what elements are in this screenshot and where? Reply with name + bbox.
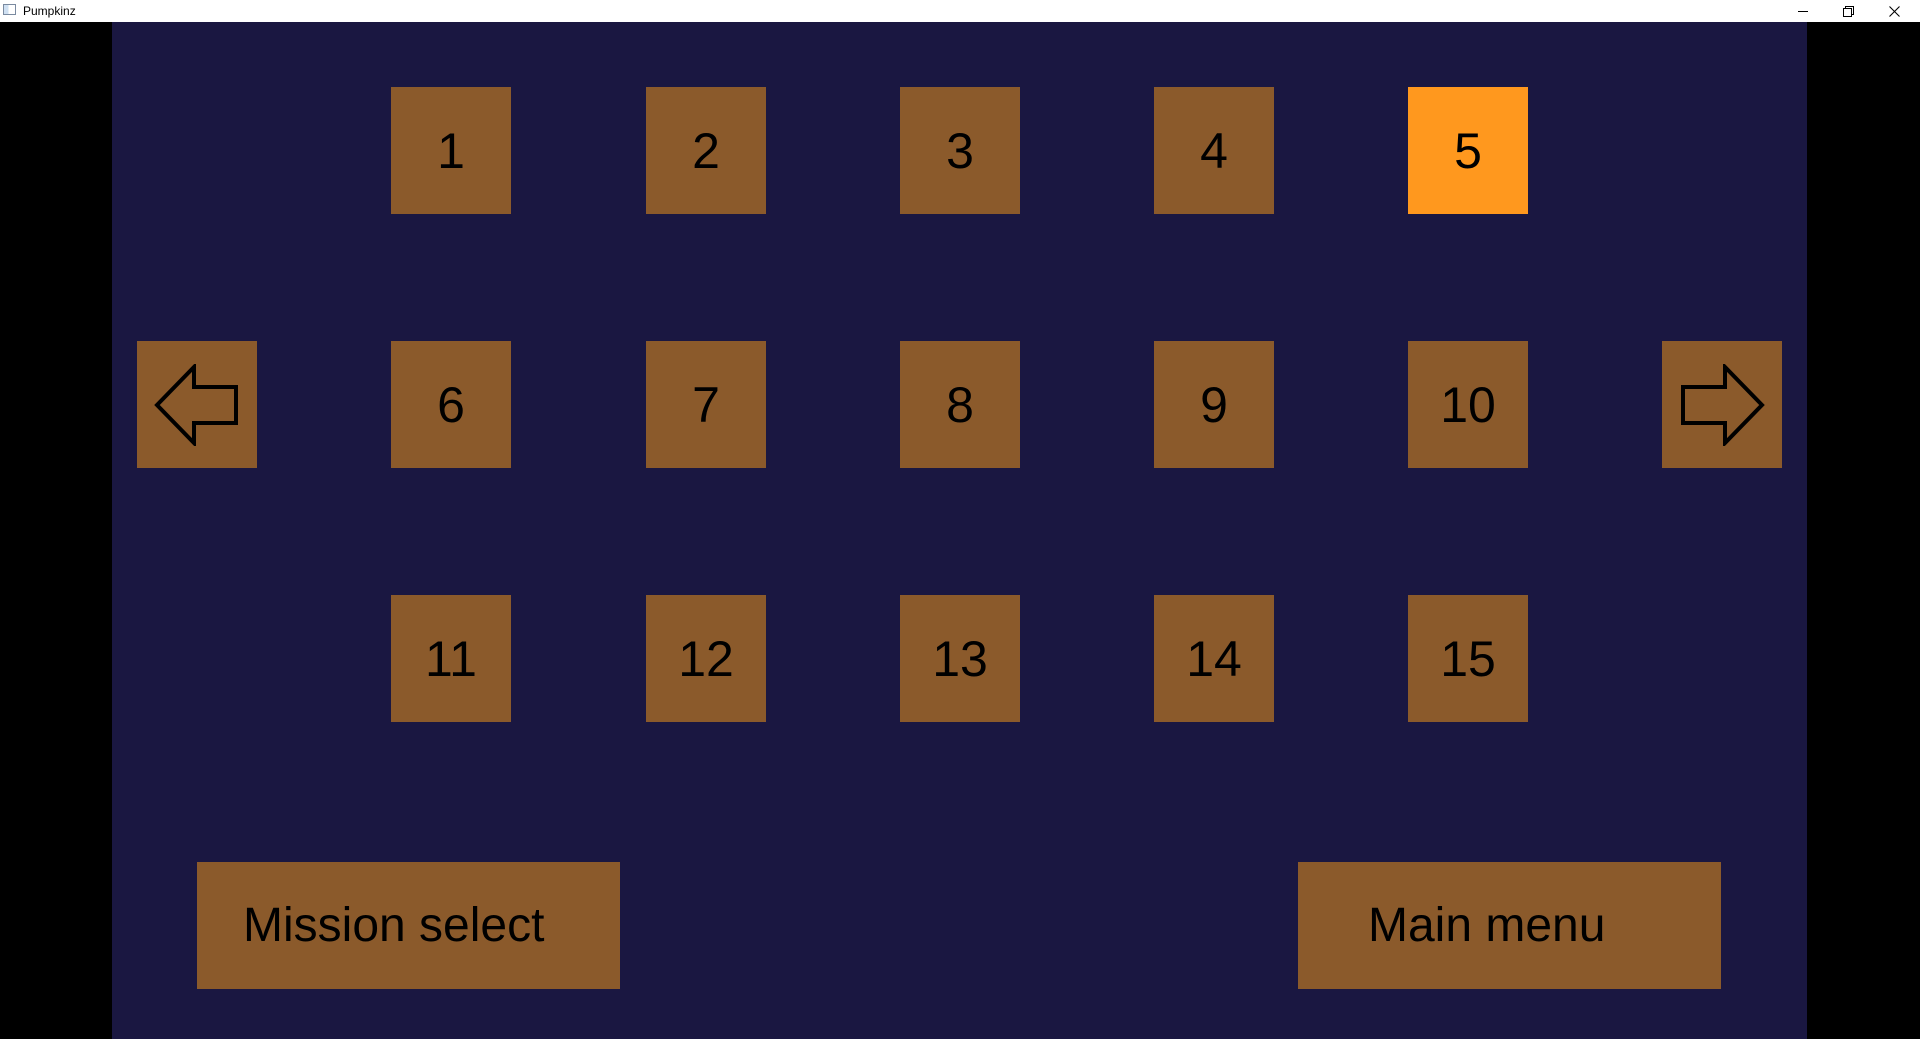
level-tile-3[interactable]: 3 bbox=[900, 87, 1020, 214]
level-tile-6[interactable]: 6 bbox=[391, 341, 511, 468]
next-page-button[interactable] bbox=[1662, 341, 1782, 468]
level-number: 2 bbox=[692, 122, 720, 179]
app-window-icon bbox=[3, 4, 16, 15]
level-tile-4[interactable]: 4 bbox=[1154, 87, 1274, 214]
mission-select-button[interactable]: Mission select bbox=[197, 862, 620, 989]
main-menu-button[interactable]: Main menu bbox=[1298, 862, 1721, 989]
level-number: 5 bbox=[1454, 122, 1482, 179]
arrow-right-icon bbox=[1681, 363, 1765, 446]
level-tile-15[interactable]: 15 bbox=[1408, 595, 1528, 722]
prev-page-button[interactable] bbox=[137, 341, 257, 468]
restore-button[interactable] bbox=[1826, 0, 1871, 22]
level-number: 6 bbox=[437, 376, 465, 433]
level-tile-8[interactable]: 8 bbox=[900, 341, 1020, 468]
level-tile-10[interactable]: 10 bbox=[1408, 341, 1528, 468]
level-number: 14 bbox=[1186, 630, 1242, 687]
level-tile-1[interactable]: 1 bbox=[391, 87, 511, 214]
minimize-button[interactable] bbox=[1780, 0, 1825, 22]
level-number: 15 bbox=[1440, 630, 1496, 687]
restore-icon bbox=[1843, 5, 1854, 17]
level-tile-2[interactable]: 2 bbox=[646, 87, 766, 214]
title-bar: Pumpkinz bbox=[0, 0, 1920, 22]
level-number: 9 bbox=[1200, 376, 1228, 433]
level-number: 7 bbox=[692, 376, 720, 433]
main-menu-label: Main menu bbox=[1368, 899, 1606, 952]
close-icon bbox=[1889, 5, 1900, 17]
level-number: 12 bbox=[678, 630, 734, 687]
minimize-icon bbox=[1797, 11, 1808, 12]
level-number: 13 bbox=[932, 630, 988, 687]
level-number: 8 bbox=[946, 376, 974, 433]
level-tile-7[interactable]: 7 bbox=[646, 341, 766, 468]
level-number: 3 bbox=[946, 122, 974, 179]
arrow-left-icon bbox=[154, 363, 238, 446]
level-tile-12[interactable]: 12 bbox=[646, 595, 766, 722]
level-tile-5-selected[interactable]: 5 bbox=[1408, 87, 1528, 214]
mission-select-label: Mission select bbox=[243, 899, 545, 952]
level-tile-9[interactable]: 9 bbox=[1154, 341, 1274, 468]
close-button[interactable] bbox=[1872, 0, 1917, 22]
level-number: 4 bbox=[1200, 122, 1228, 179]
level-tile-11[interactable]: 11 bbox=[391, 595, 511, 722]
level-tile-14[interactable]: 14 bbox=[1154, 595, 1274, 722]
level-select-screen: 1 2 3 4 5 6 7 8 9 10 11 12 13 14 15 Miss… bbox=[112, 22, 1807, 1039]
level-number: 1 bbox=[437, 122, 465, 179]
window-title: Pumpkinz bbox=[23, 4, 76, 18]
level-tile-13[interactable]: 13 bbox=[900, 595, 1020, 722]
level-number: 10 bbox=[1440, 376, 1496, 433]
level-number: 11 bbox=[425, 630, 477, 687]
